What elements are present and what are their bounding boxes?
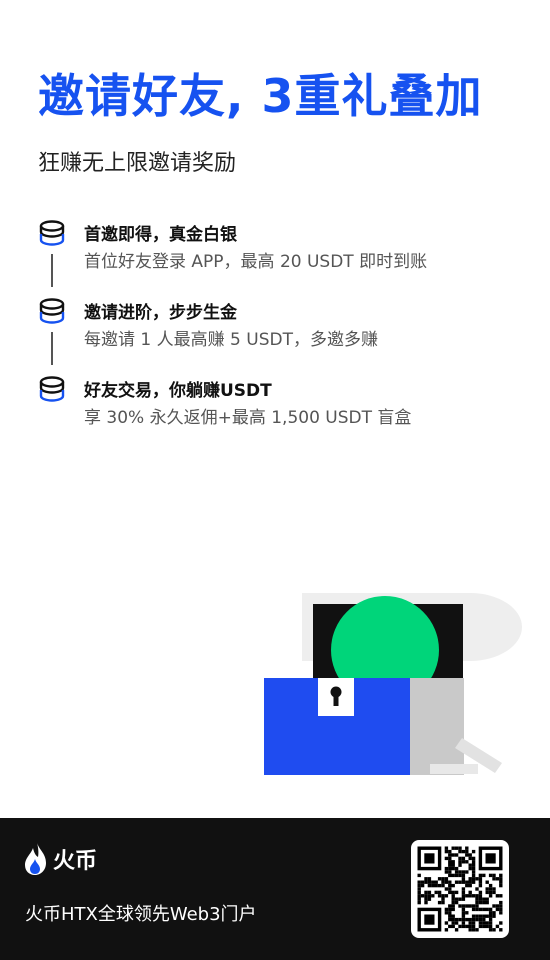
- qr-code-icon: [411, 840, 509, 938]
- feature-item: 首邀即得，真金白银 首位好友登录 APP，最高 20 USDT 即时到账: [38, 218, 518, 296]
- feature-list: 首邀即得，真金白银 首位好友登录 APP，最高 20 USDT 即时到账 邀请进…: [38, 218, 518, 452]
- feature-title: 首邀即得，真金白银: [84, 225, 237, 245]
- brand-logo: 火币: [25, 842, 97, 876]
- hero-title: 邀请好友, 3重礼叠加: [38, 69, 483, 123]
- feature-desc: 享 30% 永久返佣+最高 1,500 USDT 盲盒: [84, 408, 412, 428]
- brand-name: 火币: [53, 849, 98, 874]
- coin-stack-icon: [39, 220, 65, 246]
- treasure-chest-icon: [264, 593, 522, 775]
- feature-item: 好友交易，你躺赚USDT 享 30% 永久返佣+最高 1,500 USDT 盲盒: [38, 374, 518, 452]
- feature-title: 邀请进阶，步步生金: [84, 303, 237, 323]
- flame-logo-icon: [25, 842, 46, 875]
- footer: 火币 火币HTX全球领先Web3门户: [0, 818, 550, 960]
- footer-tagline: 火币HTX全球领先Web3门户: [25, 904, 257, 925]
- feature-desc: 首位好友登录 APP，最高 20 USDT 即时到账: [84, 252, 428, 272]
- hero-subtitle: 狂赚无上限邀请奖励: [38, 151, 237, 176]
- connector-line: [51, 254, 53, 287]
- feature-desc: 每邀请 1 人最高赚 5 USDT，多邀多赚: [84, 330, 378, 350]
- feature-title: 好友交易，你躺赚USDT: [84, 381, 272, 401]
- coin-stack-icon: [39, 298, 65, 324]
- connector-line: [51, 332, 53, 365]
- feature-item: 邀请进阶，步步生金 每邀请 1 人最高赚 5 USDT，多邀多赚: [38, 296, 518, 374]
- coin-stack-icon: [39, 376, 65, 402]
